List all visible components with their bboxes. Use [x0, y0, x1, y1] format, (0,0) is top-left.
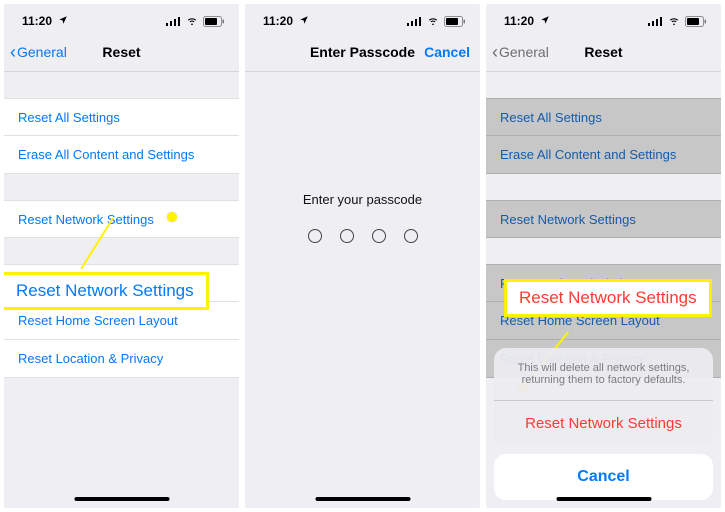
row-erase-all-content[interactable]: Erase All Content and Settings	[4, 136, 239, 174]
battery-icon	[444, 16, 466, 27]
passcode-dot[interactable]	[372, 229, 386, 243]
passcode-dots	[245, 229, 480, 243]
row-erase-all-content[interactable]: Erase All Content and Settings	[486, 136, 721, 174]
wifi-icon	[426, 16, 440, 26]
status-time: 11:20	[263, 14, 293, 28]
screen-reset-list: 11:20 ‹ General Reset Reset All Settings…	[4, 4, 239, 508]
chevron-left-icon: ‹	[492, 43, 498, 61]
location-arrow-icon	[299, 14, 309, 28]
back-button[interactable]: ‹ General	[492, 43, 549, 61]
annotation-callout: Reset Network Settings	[4, 272, 209, 310]
nav-bar: ‹ General Reset	[486, 32, 721, 72]
location-arrow-icon	[540, 14, 550, 28]
status-bar: 11:20	[486, 4, 721, 32]
action-sheet-message: This will delete all network settings, r…	[494, 348, 713, 400]
screen-enter-passcode: 11:20 Enter Passcode Cancel Enter your p…	[245, 4, 480, 508]
status-bar: 11:20	[4, 4, 239, 32]
reset-list: Reset All Settings Erase All Content and…	[4, 72, 239, 508]
nav-bar: Enter Passcode Cancel	[245, 32, 480, 72]
row-reset-network-settings[interactable]: Reset Network Settings	[4, 200, 239, 238]
home-indicator[interactable]	[556, 497, 651, 501]
status-time: 11:20	[504, 14, 534, 28]
cellular-icon	[407, 16, 422, 26]
row-reset-all-settings[interactable]: Reset All Settings	[486, 98, 721, 136]
row-reset-location-privacy[interactable]: Reset Location & Privacy	[4, 340, 239, 378]
battery-icon	[685, 16, 707, 27]
passcode-prompt: Enter your passcode	[245, 192, 480, 207]
nav-title: Reset	[584, 44, 622, 60]
home-indicator[interactable]	[315, 497, 410, 501]
passcode-dot[interactable]	[340, 229, 354, 243]
wifi-icon	[185, 16, 199, 26]
nav-title: Enter Passcode	[310, 44, 415, 60]
cancel-button[interactable]: Cancel	[494, 454, 713, 500]
back-label: General	[17, 44, 67, 60]
wifi-icon	[667, 16, 681, 26]
nav-title: Reset	[102, 44, 140, 60]
back-button[interactable]: ‹ General	[10, 43, 67, 61]
screen-confirm-sheet: 11:20 ‹ General Reset Reset All Settings…	[486, 4, 721, 508]
row-reset-all-settings[interactable]: Reset All Settings	[4, 98, 239, 136]
action-sheet-body: This will delete all network settings, r…	[494, 348, 713, 446]
status-time: 11:20	[22, 14, 52, 28]
chevron-left-icon: ‹	[10, 43, 16, 61]
confirm-reset-button[interactable]: Reset Network Settings	[494, 400, 713, 446]
back-label: General	[499, 44, 549, 60]
location-arrow-icon	[58, 14, 68, 28]
action-sheet: This will delete all network settings, r…	[494, 348, 713, 500]
battery-icon	[203, 16, 225, 27]
cancel-button[interactable]: Cancel	[424, 44, 470, 60]
annotation-callout: Reset Network Settings	[504, 279, 712, 317]
passcode-dot[interactable]	[308, 229, 322, 243]
home-indicator[interactable]	[74, 497, 169, 501]
nav-bar: ‹ General Reset	[4, 32, 239, 72]
cellular-icon	[648, 16, 663, 26]
passcode-content: Enter your passcode	[245, 72, 480, 508]
cellular-icon	[166, 16, 181, 26]
passcode-dot[interactable]	[404, 229, 418, 243]
row-reset-network-settings[interactable]: Reset Network Settings	[486, 200, 721, 238]
annotation-dot	[167, 212, 177, 222]
status-bar: 11:20	[245, 4, 480, 32]
